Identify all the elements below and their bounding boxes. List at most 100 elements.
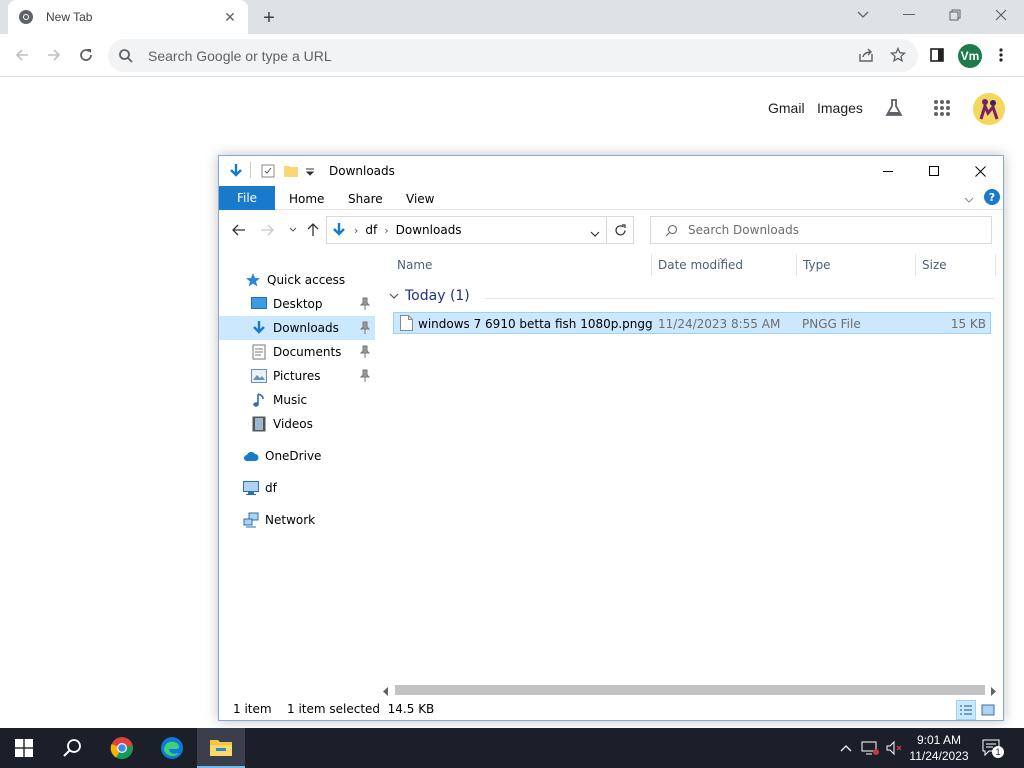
clock-date: 11/24/2023	[909, 749, 969, 763]
properties-icon[interactable]	[261, 164, 275, 181]
omnibox-input[interactable]	[148, 47, 828, 64]
profile-avatar[interactable]: Vm	[958, 44, 982, 68]
bookmark-star-icon[interactable]	[886, 43, 910, 67]
nav-item-quick-access[interactable]: Quick access	[219, 268, 375, 292]
search-downloads-input[interactable]	[688, 223, 968, 237]
column-header-type[interactable]: Type	[803, 258, 831, 272]
tab-new-tab[interactable]: New Tab ✕	[8, 0, 248, 34]
close-browser-button[interactable]	[987, 4, 1015, 26]
chrome-icon	[18, 9, 34, 25]
pin-icon[interactable]	[359, 297, 371, 311]
horizontal-scrollbar[interactable]	[379, 681, 1003, 698]
network-status-icon[interactable]	[860, 738, 880, 758]
explorer-navigation-bar: › df › Downloads	[219, 214, 1003, 246]
file-explorer-taskbar-button[interactable]	[197, 728, 245, 768]
clock-time: 9:01 AM	[916, 733, 962, 747]
explorer-title: Downloads	[329, 164, 395, 178]
minimize-browser-button[interactable]	[895, 4, 923, 26]
gmail-link[interactable]: Gmail	[768, 100, 805, 116]
breadcrumb-df[interactable]: df	[365, 223, 377, 237]
nav-item-music[interactable]: Music	[219, 388, 375, 412]
scroll-right-arrow-icon[interactable]	[991, 685, 997, 699]
new-folder-icon[interactable]	[283, 164, 299, 181]
apps-grid-icon[interactable]	[930, 96, 954, 120]
maximize-explorer-button[interactable]	[911, 156, 957, 186]
address-history-chevron-icon[interactable]	[590, 227, 600, 241]
show-hidden-icons-chevron-icon[interactable]	[836, 738, 856, 758]
notification-count-badge: 1	[992, 746, 1004, 758]
breadcrumb-downloads[interactable]: Downloads	[396, 223, 462, 237]
ribbon-tab-file[interactable]: File	[219, 186, 275, 210]
recent-locations-chevron-icon[interactable]	[283, 220, 303, 240]
edge-taskbar-button[interactable]	[148, 728, 196, 768]
nav-item-pictures[interactable]: Pictures	[219, 364, 375, 388]
images-link[interactable]: Images	[817, 100, 863, 116]
pin-icon[interactable]	[359, 345, 371, 359]
ribbon-tab-home[interactable]: Home	[289, 192, 324, 206]
nav-item-videos[interactable]: Videos	[219, 412, 375, 436]
back-arrow-icon[interactable]	[229, 220, 249, 240]
side-panel-icon[interactable]	[925, 43, 949, 67]
nav-label: Quick access	[267, 273, 346, 287]
pin-icon[interactable]	[359, 369, 371, 383]
column-header-date-modified[interactable]: Date modified	[658, 258, 743, 272]
chrome-taskbar-button[interactable]	[98, 728, 146, 768]
reload-button[interactable]	[74, 43, 98, 67]
quick-access-dropdown-icon[interactable]	[305, 166, 315, 180]
group-header-today[interactable]: Today (1)	[389, 288, 470, 304]
column-divider[interactable]	[796, 254, 797, 276]
start-button[interactable]	[0, 728, 48, 768]
column-divider[interactable]	[995, 254, 996, 276]
close-tab-icon[interactable]: ✕	[222, 9, 238, 25]
refresh-button[interactable]	[607, 216, 634, 244]
explorer-search-box[interactable]	[650, 216, 992, 244]
windows-taskbar: 9:01 AM 11/24/2023 1	[0, 728, 1024, 768]
nav-label: OneDrive	[265, 449, 322, 463]
up-arrow-icon[interactable]	[303, 220, 323, 240]
windows-logo-icon	[15, 739, 33, 757]
address-bar[interactable]	[108, 39, 918, 72]
taskbar-clock[interactable]: 9:01 AM 11/24/2023	[906, 732, 972, 764]
nav-item-downloads[interactable]: Downloads	[219, 316, 375, 340]
forward-button[interactable]	[42, 43, 66, 67]
new-tab-button[interactable]: +	[258, 7, 280, 29]
close-explorer-button[interactable]	[957, 156, 1003, 186]
action-center-button[interactable]: 1	[982, 738, 1004, 758]
search-taskbar-button[interactable]	[48, 728, 96, 768]
expand-ribbon-chevron-icon[interactable]	[964, 193, 974, 207]
account-avatar[interactable]	[973, 93, 1005, 125]
ribbon-tab-view[interactable]: View	[406, 192, 434, 206]
edge-icon	[161, 737, 183, 759]
large-icons-view-button[interactable]	[978, 700, 998, 720]
nav-item-desktop[interactable]: Desktop	[219, 292, 375, 316]
nav-item-documents[interactable]: Documents	[219, 340, 375, 364]
help-button[interactable]: ?	[984, 189, 1000, 205]
column-divider[interactable]	[651, 254, 652, 276]
share-icon[interactable]	[854, 43, 878, 67]
ribbon-tab-share[interactable]: Share	[348, 192, 383, 206]
group-label: Today (1)	[405, 288, 470, 304]
nav-item-network[interactable]: Network	[219, 508, 375, 532]
scroll-left-arrow-icon[interactable]	[383, 685, 389, 699]
explorer-address-bar[interactable]: › df › Downloads	[326, 216, 607, 244]
tab-search-chevron-icon[interactable]	[849, 4, 877, 26]
browser-menu-icon[interactable]	[989, 43, 1013, 67]
restore-browser-button[interactable]	[941, 4, 969, 26]
back-button[interactable]	[10, 43, 34, 67]
details-view-button[interactable]	[956, 700, 976, 720]
onedrive-cloud-icon	[243, 448, 259, 464]
forward-arrow-icon[interactable]	[257, 220, 277, 240]
file-row[interactable]: windows 7 6910 betta fish 1080p.pngg 11/…	[393, 312, 991, 334]
volume-muted-icon[interactable]	[884, 738, 904, 758]
nav-item-this-pc[interactable]: df	[219, 476, 375, 500]
minimize-explorer-button[interactable]	[865, 156, 911, 186]
status-item-count: 1 item	[233, 702, 272, 716]
scrollbar-thumb[interactable]	[395, 685, 985, 695]
nav-item-onedrive[interactable]: OneDrive	[219, 444, 375, 468]
folder-icon	[210, 740, 232, 756]
column-divider[interactable]	[915, 254, 916, 276]
column-header-name[interactable]: Name	[397, 258, 432, 272]
labs-flask-icon[interactable]	[882, 96, 906, 120]
pin-icon[interactable]	[359, 321, 371, 335]
column-header-size[interactable]: Size	[922, 258, 947, 272]
